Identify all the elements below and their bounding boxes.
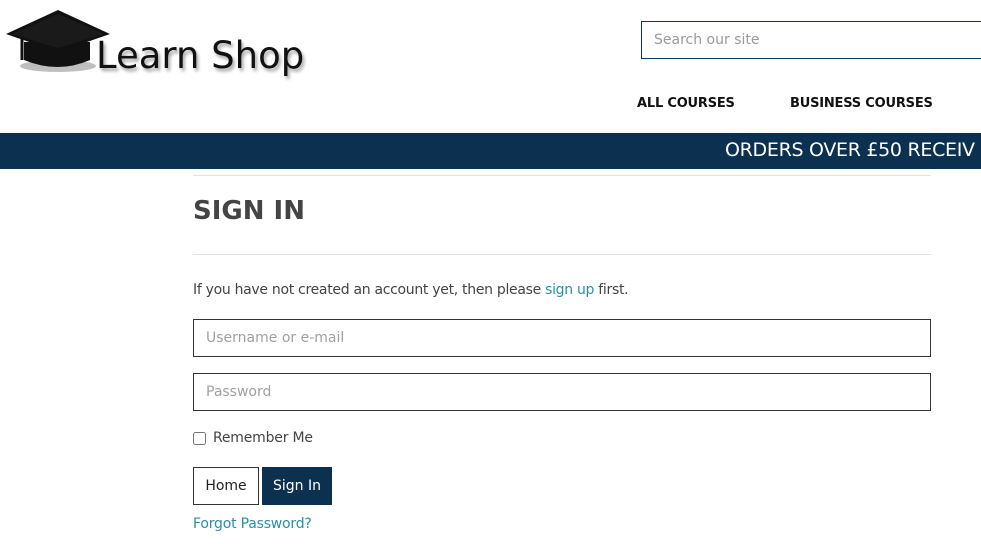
signup-prompt: If you have not created an account yet, … — [193, 282, 629, 298]
nav-all-courses[interactable]: ALL COURSES — [637, 96, 735, 111]
password-field[interactable] — [193, 373, 931, 411]
remember-me-checkbox[interactable] — [193, 431, 206, 445]
logo-wordmark: Learn Shop — [96, 34, 305, 77]
nav-business-courses[interactable]: BUSINESS COURSES — [790, 96, 933, 111]
username-field[interactable] — [193, 319, 931, 357]
sign-in-button[interactable]: Sign In — [262, 467, 332, 505]
site-search[interactable] — [641, 21, 981, 59]
site-logo[interactable]: Learn Shop — [4, 8, 305, 77]
remember-me-label: Remember Me — [213, 430, 313, 446]
divider-top — [193, 175, 931, 176]
signup-prompt-before: If you have not created an account yet, … — [193, 282, 546, 298]
promo-banner-text: ORDERS OVER £50 RECEIV — [725, 139, 975, 161]
home-button[interactable]: Home — [193, 467, 259, 505]
username-input[interactable] — [194, 320, 930, 356]
page-title: SIGN IN — [193, 196, 305, 226]
search-input[interactable] — [642, 22, 981, 58]
divider-bottom — [193, 254, 931, 255]
password-input[interactable] — [194, 374, 930, 410]
main-nav: ALL COURSES BUSINESS COURSES — [0, 96, 981, 116]
signup-prompt-after: first. — [594, 282, 629, 298]
remember-me[interactable]: Remember Me — [193, 430, 313, 446]
promo-banner: ORDERS OVER £50 RECEIV — [0, 133, 981, 169]
signup-link[interactable]: sign up — [545, 282, 594, 298]
forgot-password-link[interactable]: Forgot Password? — [193, 516, 312, 532]
